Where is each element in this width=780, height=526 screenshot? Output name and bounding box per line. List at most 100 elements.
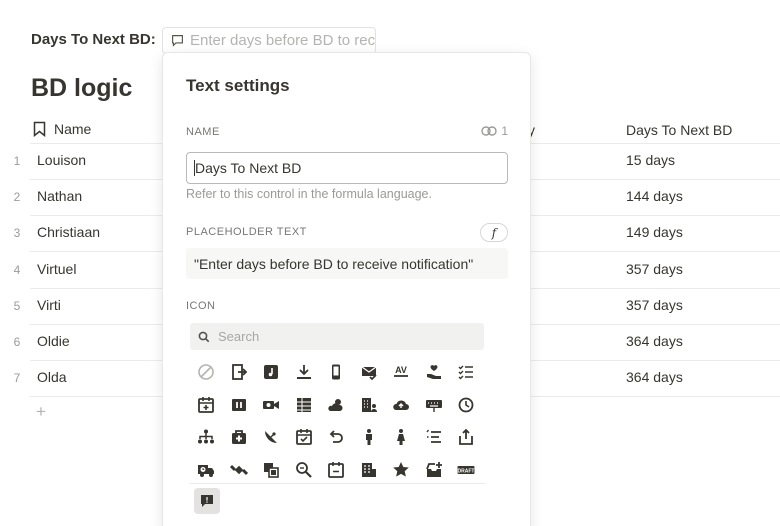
icon-option[interactable] (223, 454, 256, 487)
row-days-cell[interactable]: 357 days (626, 297, 683, 313)
satellite-dish-icon (265, 431, 278, 444)
icon-option[interactable] (255, 421, 288, 454)
control-name-value: Days To Next BD (195, 160, 302, 176)
icon-option[interactable] (190, 389, 223, 422)
inbox-plus-icon (425, 461, 442, 477)
icon-option[interactable] (190, 454, 223, 487)
cloud-upload-icon (393, 400, 410, 410)
truck-clock-icon (198, 464, 215, 477)
formula-button[interactable]: f (480, 223, 508, 242)
keyboard-icon (425, 399, 442, 412)
media-pause-icon (231, 398, 246, 411)
row-days-cell[interactable]: 364 days (626, 333, 683, 349)
bookmark-icon (33, 121, 46, 137)
svg-text:DRAFT: DRAFT (458, 468, 475, 474)
row-number: 3 (13, 226, 21, 241)
copy-icon (264, 462, 280, 478)
text-settings-popover: Text settings NAME 1 Days To Next BD Ref… (162, 52, 531, 526)
icon-option[interactable] (353, 454, 386, 487)
calendar-plus-icon (198, 396, 215, 413)
row-days-cell[interactable]: 149 days (626, 224, 683, 240)
row-name-cell[interactable]: Olda (37, 369, 67, 385)
icon-option[interactable] (223, 356, 256, 389)
icon-option[interactable] (190, 421, 223, 454)
no-icon (198, 364, 215, 381)
icon-option[interactable] (255, 454, 288, 487)
apartment-icon (361, 462, 376, 477)
music-note-icon (264, 365, 279, 380)
reference-count[interactable]: 1 (481, 124, 508, 138)
row-name-cell[interactable]: Christiaan (37, 224, 100, 240)
icon-option[interactable] (288, 454, 321, 487)
icon-search[interactable] (190, 323, 484, 350)
comment-alert-icon (201, 495, 213, 507)
sort-list-icon (426, 429, 441, 444)
comment-icon (172, 35, 183, 47)
icon-option[interactable] (450, 356, 483, 389)
column-header-days[interactable]: Days To Next BD (626, 122, 732, 138)
row-name-cell[interactable]: Virti (37, 297, 61, 313)
database-title: BD logic (31, 74, 133, 102)
icon-option[interactable] (288, 389, 321, 422)
video-chat-icon (263, 400, 280, 409)
row-number: 2 (13, 190, 21, 205)
column-header-name[interactable]: Name (33, 121, 91, 137)
days-input-control[interactable]: Enter days before BD to receive notifica… (162, 27, 376, 54)
row-days-cell[interactable]: 15 days (626, 152, 675, 168)
add-row-button[interactable]: + (36, 402, 46, 422)
icon-option[interactable] (223, 389, 256, 422)
satellite-icon (229, 464, 248, 475)
icon-option[interactable] (255, 389, 288, 422)
column-header-name-label: Name (54, 121, 92, 137)
icon-search-input[interactable] (218, 329, 458, 344)
icon-option[interactable] (450, 421, 483, 454)
icon-option[interactable] (450, 389, 483, 422)
icon-option[interactable] (418, 421, 451, 454)
woman-icon (397, 429, 406, 446)
icon-option[interactable]: AV (385, 356, 418, 389)
icon-option[interactable] (288, 356, 321, 389)
row-number: 7 (13, 371, 21, 386)
export-icon (459, 428, 474, 446)
draft-icon: DRAFT (457, 465, 475, 474)
phone-device-icon (332, 364, 341, 380)
row-days-cell[interactable]: 364 days (626, 369, 683, 385)
svg-text:AV: AV (395, 365, 407, 375)
row-days-cell[interactable]: 144 days (626, 188, 683, 204)
icon-option[interactable] (385, 454, 418, 487)
row-name-cell[interactable]: Nathan (37, 188, 82, 204)
table-icon (296, 397, 311, 412)
search-zoom-icon (295, 461, 312, 478)
icon-option[interactable] (320, 421, 353, 454)
control-name-field[interactable]: Days To Next BD (186, 152, 508, 184)
icon-option[interactable] (288, 421, 321, 454)
icon-option[interactable] (223, 421, 256, 454)
icon-option[interactable] (418, 454, 451, 487)
first-aid-kit-icon (231, 430, 246, 445)
calendar-check-icon (295, 429, 312, 446)
icon-option[interactable] (353, 421, 386, 454)
icon-option[interactable] (353, 389, 386, 422)
icon-option[interactable] (385, 421, 418, 454)
icon-option[interactable] (255, 356, 288, 389)
placeholder-text-field[interactable]: "Enter days before BD to receive notific… (186, 248, 508, 279)
icon-option[interactable] (385, 389, 418, 422)
selected-icon[interactable] (194, 488, 220, 514)
row-name-cell[interactable]: Oldie (37, 333, 70, 349)
row-days-cell[interactable]: 357 days (626, 261, 683, 277)
icon-option[interactable] (190, 356, 223, 389)
icon-option[interactable] (320, 454, 353, 487)
icon-option[interactable] (418, 389, 451, 422)
history-icon (458, 397, 474, 413)
icon-option[interactable]: DRAFT (450, 454, 483, 487)
icon-option[interactable] (320, 389, 353, 422)
calendar-minus-icon (328, 461, 345, 478)
icon-option[interactable] (320, 356, 353, 389)
icon-section-label: ICON (186, 300, 216, 312)
row-name-cell[interactable]: Virtuel (37, 261, 76, 277)
name-help-text: Refer to this control in the formula lan… (186, 187, 432, 201)
popover-title: Text settings (186, 76, 290, 95)
row-name-cell[interactable]: Louison (37, 152, 86, 168)
icon-option[interactable] (353, 356, 386, 389)
icon-option[interactable] (418, 356, 451, 389)
